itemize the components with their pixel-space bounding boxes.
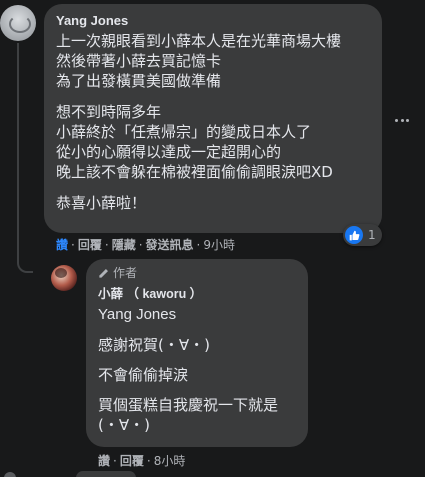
reply-button[interactable]: 回覆 bbox=[120, 452, 144, 469]
commenter-avatar[interactable] bbox=[0, 5, 36, 41]
reply-thread-line bbox=[17, 43, 33, 273]
comment-body: 上一次親眼看到小薛本人是在光華商場大樓 然後帶著小薛去買記憶卡 為了出發橫貫美國… bbox=[56, 31, 370, 213]
thumbs-up-icon bbox=[345, 226, 363, 244]
comment-line: 晚上該不會躲在棉被裡面偷偷調眼淚吧XD bbox=[56, 163, 333, 181]
reply-button[interactable]: 回覆 bbox=[78, 236, 102, 253]
reply-line: 不會偷偷掉淚 bbox=[98, 366, 189, 384]
author-badge: 作者 bbox=[98, 265, 296, 281]
author-badge-label: 作者 bbox=[113, 266, 138, 280]
author-avatar[interactable] bbox=[51, 265, 77, 291]
comment-timestamp[interactable]: 9小時 bbox=[203, 236, 235, 253]
comment-line: 想不到時隔多年 bbox=[56, 103, 162, 121]
send-message-button[interactable]: 發送訊息 bbox=[146, 236, 194, 253]
reply-body: 感謝祝賀(・∀・) 不會偷偷掉淚 買個蛋糕自我慶祝一下就是 (・∀・) bbox=[98, 335, 296, 435]
pencil-icon bbox=[99, 268, 108, 278]
next-comment-avatar[interactable] bbox=[4, 472, 16, 477]
reaction-summary[interactable]: 1 bbox=[343, 224, 382, 246]
comment-bubble: Yang Jones 上一次親眼看到小薛本人是在光華商場大樓 然後帶著小薛去買記… bbox=[44, 4, 382, 233]
reply-actions: 讚 · 回覆 · 8小時 bbox=[98, 452, 185, 469]
reply-line: 買個蛋糕自我慶祝一下就是 bbox=[98, 396, 279, 414]
next-comment-bubble bbox=[76, 471, 136, 477]
like-button[interactable]: 讚 bbox=[98, 452, 110, 469]
comment-paragraph: 恭喜小薛啦！ bbox=[56, 193, 370, 213]
comment-author[interactable]: Yang Jones bbox=[56, 12, 370, 29]
mention-tag[interactable]: Yang Jones bbox=[98, 305, 296, 325]
like-button[interactable]: 讚 bbox=[56, 236, 68, 253]
comment-paragraph: 想不到時隔多年 小薛終於「任煮帰宗」的變成日本人了 從小的心願得以達成一定超開心… bbox=[56, 102, 370, 182]
reply-line: (・∀・) bbox=[98, 416, 150, 434]
reply-paragraph: 感謝祝賀(・∀・) bbox=[98, 335, 296, 355]
comment-line: 上一次親眼看到小薛本人是在光華商場大樓 bbox=[56, 32, 342, 50]
separator: · bbox=[104, 237, 109, 252]
separator: · bbox=[196, 237, 201, 252]
reply-line: 感謝祝賀(・∀・) bbox=[98, 336, 210, 354]
comment-paragraph: 上一次親眼看到小薛本人是在光華商場大樓 然後帶著小薛去買記憶卡 為了出發橫貫美國… bbox=[56, 31, 370, 91]
separator: · bbox=[113, 453, 117, 468]
hide-button[interactable]: 隱藏 bbox=[112, 236, 136, 253]
reply-bubble: 作者 小薛 （ kaworu ） Yang Jones 感謝祝賀(・∀・) 不會… bbox=[86, 259, 308, 447]
reply-paragraph: 不會偷偷掉淚 bbox=[98, 365, 296, 385]
comment-line: 從小的心願得以達成一定超開心的 bbox=[56, 143, 282, 161]
comment-line: 然後帶著小薛去買記憶卡 bbox=[56, 52, 222, 70]
separator: · bbox=[138, 237, 143, 252]
comment-line: 恭喜小薛啦！ bbox=[56, 194, 147, 212]
reply-paragraph: 買個蛋糕自我慶祝一下就是 (・∀・) bbox=[98, 395, 296, 435]
separator: · bbox=[146, 453, 151, 468]
reaction-count: 1 bbox=[368, 228, 376, 242]
more-options-icon[interactable] bbox=[392, 112, 412, 128]
reply-author[interactable]: 小薛 （ kaworu ） bbox=[98, 286, 296, 303]
comment-line: 為了出發橫貫美國做準備 bbox=[56, 72, 222, 90]
reply-timestamp[interactable]: 8小時 bbox=[154, 452, 186, 469]
comment-actions: 讚 · 回覆 · 隱藏 · 發送訊息 · 9小時 bbox=[56, 236, 235, 253]
separator: · bbox=[71, 237, 75, 252]
comment-line: 小薛終於「任煮帰宗」的變成日本人了 bbox=[56, 123, 312, 141]
